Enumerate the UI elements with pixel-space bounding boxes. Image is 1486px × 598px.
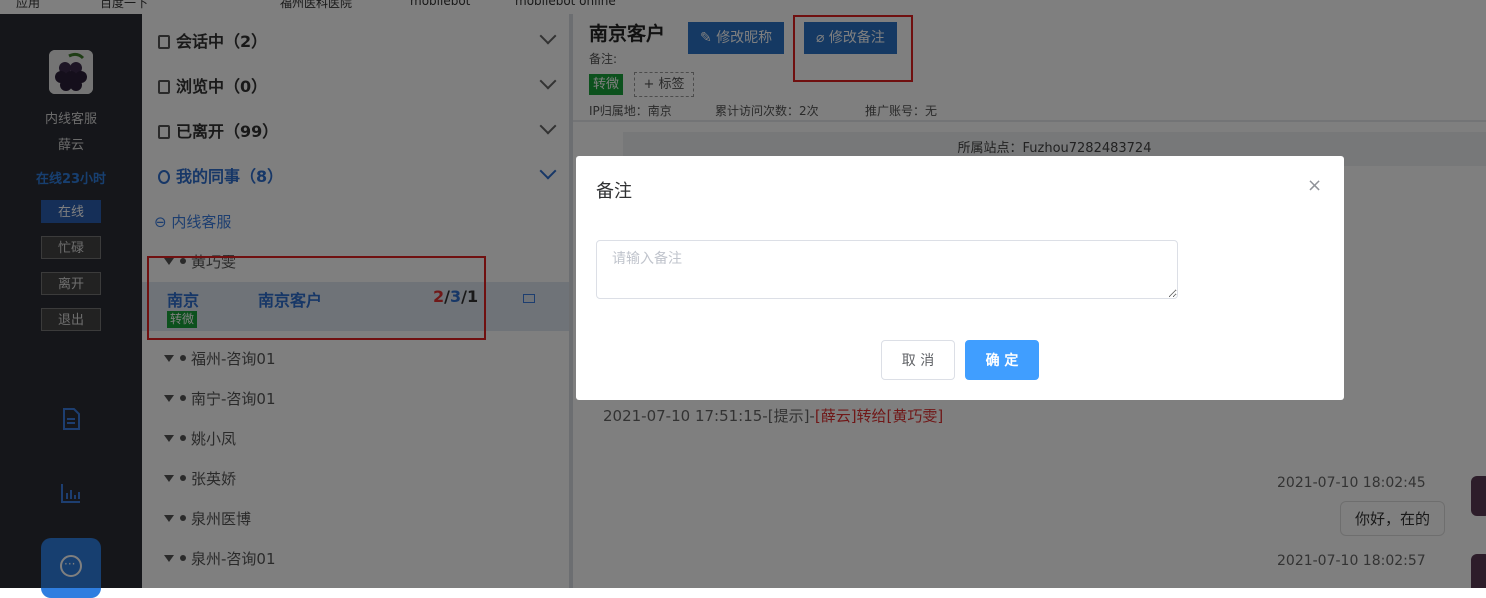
- confirm-button[interactable]: 确 定: [965, 340, 1039, 380]
- note-input[interactable]: [596, 240, 1178, 299]
- note-dialog: 备注 × 取 消 确 定: [576, 156, 1344, 400]
- dialog-title: 备注: [596, 181, 632, 202]
- close-icon[interactable]: ×: [1307, 175, 1322, 196]
- cancel-button[interactable]: 取 消: [881, 340, 955, 380]
